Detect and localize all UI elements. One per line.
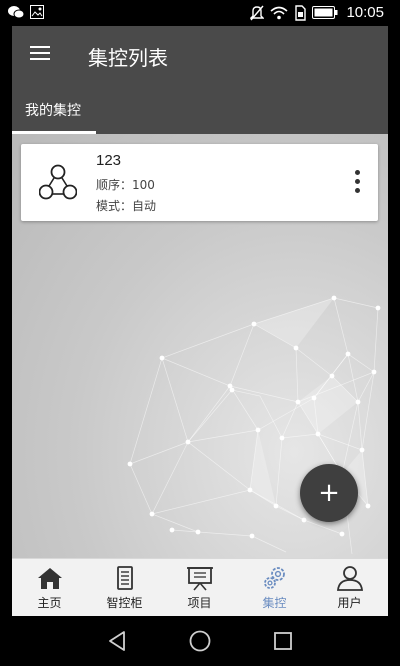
card-mode: 模式：自动 [96,199,157,213]
user-icon [337,566,363,591]
nav-item-project[interactable]: 项目 [162,559,237,616]
more-vert-icon[interactable] [354,170,362,196]
app-bar: 集控列表 我的集控 [12,26,388,134]
recents-icon[interactable] [270,628,296,654]
nav-label: 主页 [37,596,62,610]
bottom-nav: 主页 智控柜 项目 集控 用户 [12,558,388,616]
home-circle-icon[interactable] [187,628,213,654]
system-nav-bar [0,616,400,666]
nav-label: 集控 [262,596,287,610]
home-icon [38,568,62,589]
status-right: 10:05 [250,4,384,21]
card-title: 123 [96,152,122,169]
status-left [8,5,44,19]
status-bar: 10:05 [0,0,400,26]
nav-item-central-control[interactable]: 集控 [237,559,312,616]
tab-my-central-control[interactable]: 我的集控 [12,92,96,134]
card-order: 顺序：100 [96,178,155,192]
battery-icon [312,6,338,19]
nav-label: 智控柜 [106,596,143,610]
nav-item-home[interactable]: 主页 [12,559,87,616]
nav-item-cabinet[interactable]: 智控柜 [87,559,162,616]
page-title: 集控列表 [88,46,168,70]
back-icon[interactable] [104,628,130,654]
image-icon [30,5,44,19]
control-card[interactable]: 123 顺序：100 模式：自动 [21,144,378,221]
mute-icon [250,5,265,20]
group-nodes-icon [39,164,77,200]
nav-label: 用户 [337,596,362,610]
nav-label: 项目 [187,596,212,610]
menu-icon[interactable] [30,44,54,64]
wifi-icon [270,6,288,19]
app-window: 集控列表 我的集控 123 顺序：100 模式：自动 + 主页 智控柜 项目 集… [12,26,388,616]
wechat-icon [8,6,24,19]
status-time: 10:05 [346,4,384,21]
project-board-icon [187,567,213,591]
sim-icon [295,4,307,21]
add-button[interactable]: + [300,464,358,522]
gears-icon [264,567,285,589]
tab-label: 我的集控 [25,103,81,119]
nav-item-user[interactable]: 用户 [312,559,387,616]
cabinet-icon [117,566,133,590]
add-icon: + [318,478,340,508]
